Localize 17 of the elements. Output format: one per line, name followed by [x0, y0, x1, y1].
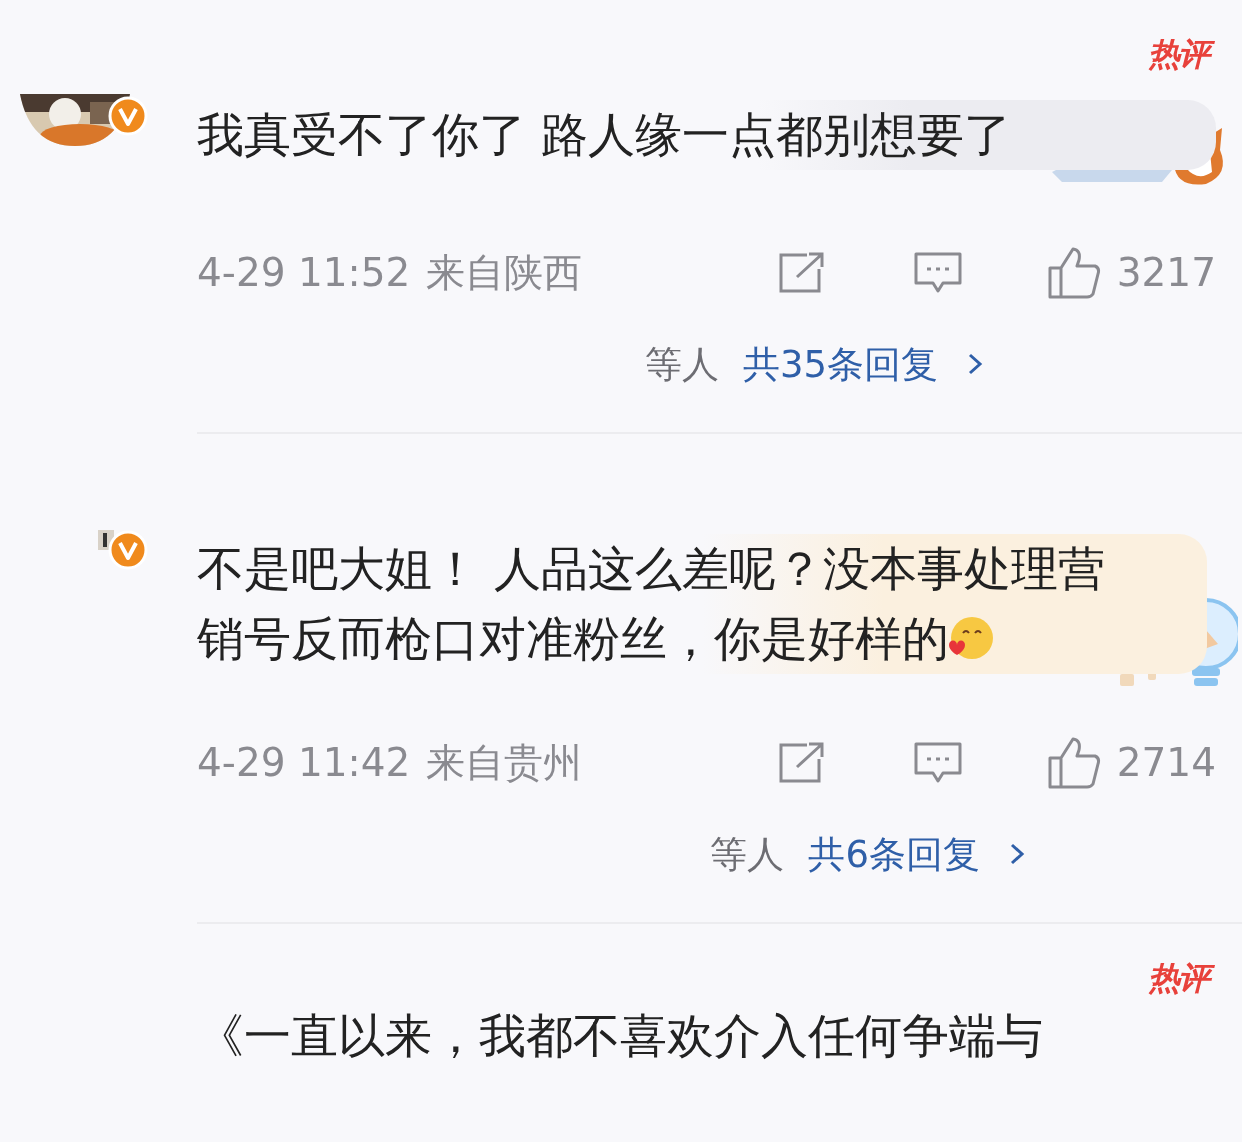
like-count: 3217	[1116, 249, 1216, 297]
view-replies-link[interactable]: 共6条回复	[808, 826, 980, 882]
like-icon[interactable]	[1046, 736, 1101, 791]
hot-comment-label: 热评	[1146, 954, 1216, 1002]
comment-time: 4-29 11:42	[197, 739, 411, 787]
comment-location: 来自贵州	[426, 739, 583, 787]
comment-text: 《一直以来，我都不喜欢介入任何争端与	[197, 1008, 1044, 1064]
reply-users: 等人	[710, 831, 785, 878]
view-replies-link[interactable]: 共35条回复	[742, 336, 938, 392]
reply-users: 等人	[644, 341, 719, 388]
like-count: 2714	[1116, 739, 1216, 787]
like-icon[interactable]	[1046, 246, 1101, 301]
comment-text: 不是吧大姐！ 人品这么差呢？没本事处理营销号反而枪口对准粉丝，你是好样的	[197, 534, 1207, 674]
comment-location: 来自陕西	[426, 249, 583, 297]
comment-time: 4-29 11:52	[197, 249, 411, 297]
hot-comment-label: 热评	[1146, 30, 1216, 78]
comment-text: 我真受不了你了 路人缘一点都别想要了	[197, 100, 1216, 170]
